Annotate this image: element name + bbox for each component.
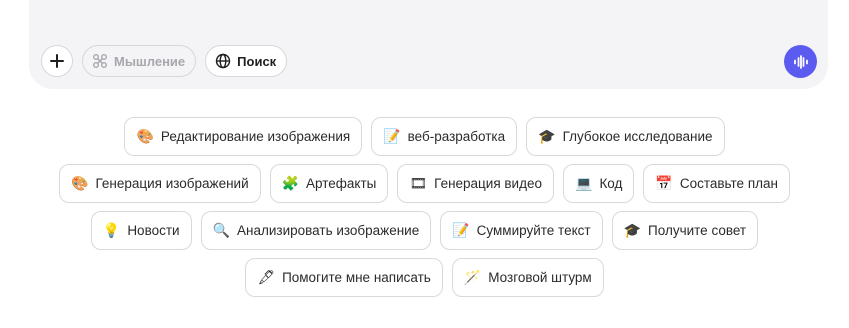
memo-icon: 📝 <box>452 222 470 239</box>
suggestion-label: Суммируйте текст <box>476 223 591 238</box>
suggestion-label: Глубокое исследование <box>562 129 713 144</box>
laptop-icon: 💻 <box>575 175 593 192</box>
suggestion-chip[interactable]: 💡 Новости <box>90 211 192 250</box>
pen-icon: 🖋 <box>257 269 276 286</box>
film-icon: 🎞 <box>409 175 428 192</box>
suggestion-label: веб-разработка <box>407 129 506 144</box>
suggestion-row: 🎨 Генерация изображений 🧩 Артефакты 🎞 Генерац… <box>0 164 849 203</box>
waveform-icon <box>793 54 808 69</box>
magic-wand-icon: 🪄 <box>463 269 482 286</box>
search-button[interactable]: Поиск <box>205 45 288 77</box>
suggestion-row: 💡 Новости 🔍 Анализировать изображение 📝 Сумми… <box>0 211 849 250</box>
suggestion-label: Новости <box>127 223 180 238</box>
atom-icon <box>93 54 107 68</box>
suggestion-label: Редактирование изображения <box>160 129 351 144</box>
suggestion-label: Анализировать изображение <box>237 223 420 238</box>
memo-icon: 📝 <box>383 128 401 145</box>
search-label: Поиск <box>237 53 277 69</box>
graduation-cap-icon: 🎓 <box>538 128 556 145</box>
suggestion-chip[interactable]: 📝 веб-разработка <box>371 117 518 156</box>
palette-icon: 🎨 <box>71 175 89 192</box>
suggestion-label: Артефакты <box>306 176 377 191</box>
composer-panel: Мышление Поиск <box>29 0 828 89</box>
suggestion-chip[interactable]: 🎨 Редактирование изображения <box>124 117 363 156</box>
voice-input-button[interactable] <box>784 45 817 78</box>
add-attachment-button[interactable] <box>41 45 73 77</box>
suggestion-chip[interactable]: 🎞 Генерация видео <box>397 164 554 203</box>
thinking-button[interactable]: Мышление <box>82 45 197 77</box>
globe-icon <box>215 53 231 69</box>
suggestion-chip[interactable]: 📅 Составьте план <box>643 164 790 203</box>
suggestion-label: Помогите мне написать <box>282 270 431 285</box>
suggestion-label: Составьте план <box>679 176 778 191</box>
magnifier-icon: 🔍 <box>212 222 231 239</box>
plus-icon <box>50 54 64 68</box>
suggestion-chip[interactable]: 🖋 Помогите мне написать <box>245 258 443 297</box>
suggestion-chip[interactable]: 🪄 Мозговой штурм <box>451 258 604 297</box>
suggestion-chip[interactable]: 🔍 Анализировать изображение <box>200 211 432 250</box>
palette-icon: 🎨 <box>136 128 154 145</box>
suggestion-chip[interactable]: 🎨 Генерация изображений <box>59 164 261 203</box>
suggestion-label: Мозговой штурм <box>488 270 592 285</box>
suggestion-chip[interactable]: 📝 Суммируйте текст <box>440 211 603 250</box>
puzzle-icon: 🧩 <box>281 175 300 192</box>
suggestion-label: Код <box>599 176 623 191</box>
suggestion-chips: 🎨 Редактирование изображения 📝 веб-разработ… <box>0 117 849 305</box>
suggestion-label: Генерация видео <box>434 176 542 191</box>
suggestion-chip[interactable]: 🎓 Получите совет <box>611 211 759 250</box>
thinking-label: Мышление <box>114 53 186 69</box>
graduation-cap-icon: 🎓 <box>623 222 642 239</box>
suggestion-chip[interactable]: 🎓 Глубокое исследование <box>526 117 725 156</box>
suggestion-chip[interactable]: 💻 Код <box>563 164 635 203</box>
suggestion-row: 🖋 Помогите мне написать 🪄 Мозговой штурм <box>0 258 849 297</box>
composer-toolbar: Мышление Поиск <box>41 45 288 77</box>
calendar-icon: 📅 <box>655 175 673 192</box>
suggestion-row: 🎨 Редактирование изображения 📝 веб-разработ… <box>0 117 849 156</box>
suggestion-label: Генерация изображений <box>95 176 249 191</box>
suggestion-label: Получите совет <box>648 223 747 238</box>
suggestion-chip[interactable]: 🧩 Артефакты <box>269 164 389 203</box>
lightbulb-icon: 💡 <box>102 222 121 239</box>
